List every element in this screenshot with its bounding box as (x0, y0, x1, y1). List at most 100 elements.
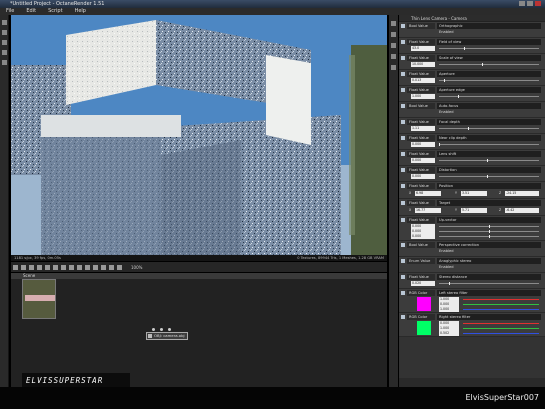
z-field[interactable]: -6.42 (505, 208, 539, 213)
tab-scene[interactable]: Scene (23, 273, 35, 278)
param-slider-track[interactable] (439, 64, 539, 65)
pin-icon[interactable] (1, 30, 7, 35)
menu-edit[interactable]: Edit (20, 8, 42, 15)
param-slider-knob[interactable] (487, 159, 488, 162)
gear-icon[interactable] (391, 65, 396, 70)
color-channel-slider[interactable] (463, 299, 539, 300)
node-pin[interactable] (152, 328, 155, 331)
param-type[interactable]: Enum Value (407, 258, 435, 264)
param-type[interactable]: Float Value (407, 167, 435, 173)
lock-icon[interactable] (85, 264, 90, 270)
param-slider-track[interactable] (439, 96, 539, 97)
settings-icon[interactable] (1, 60, 7, 65)
zoom-icon[interactable] (13, 264, 18, 270)
node-pin[interactable] (168, 328, 171, 331)
param-slider-track[interactable] (439, 160, 539, 161)
y-field[interactable]: 3.51 (461, 191, 487, 196)
enable-checkbox[interactable] (401, 88, 405, 92)
param-value-field[interactable]: 0.000 (411, 174, 435, 179)
param-slider-knob[interactable] (468, 127, 469, 130)
param-value-field[interactable]: 10.000 (411, 62, 435, 67)
white-balance-icon[interactable] (69, 264, 74, 270)
enable-checkbox[interactable] (401, 201, 405, 205)
pause-icon[interactable] (37, 264, 42, 270)
param-slider-knob[interactable] (489, 225, 490, 228)
enable-checkbox[interactable] (401, 120, 405, 124)
refresh-icon[interactable] (1, 40, 7, 45)
viewport-icon[interactable] (101, 264, 106, 270)
param-slider-knob[interactable] (464, 47, 465, 50)
stop-icon[interactable] (21, 264, 26, 270)
enable-checkbox[interactable] (401, 184, 405, 188)
param-type[interactable]: Float Value (407, 274, 435, 280)
enable-checkbox[interactable] (401, 291, 405, 295)
param-value-field[interactable]: 0.020 (411, 281, 435, 286)
zoom-level[interactable]: 100% (131, 265, 142, 270)
param-slider-track[interactable] (439, 48, 539, 49)
param-subvalue[interactable]: Enabled (439, 30, 541, 35)
param-type[interactable]: RGB Color (407, 314, 435, 320)
param-slider-track[interactable] (439, 176, 539, 177)
param-type[interactable]: Bool Value (407, 103, 435, 109)
minimize-button[interactable] (519, 1, 525, 6)
param-value-field[interactable]: 0.013 (411, 78, 435, 83)
param-slider-knob[interactable] (489, 235, 490, 238)
node-browser[interactable] (22, 279, 56, 319)
enable-checkbox[interactable] (401, 72, 405, 76)
param-value-field[interactable]: 43.0 (411, 46, 435, 51)
enable-checkbox[interactable] (401, 56, 405, 60)
check-icon[interactable] (391, 32, 396, 37)
enable-checkbox[interactable] (401, 315, 405, 319)
enable-checkbox[interactable] (401, 243, 405, 247)
z-field[interactable]: -24.15 (505, 191, 539, 196)
param-type[interactable]: Bool Value (407, 23, 435, 29)
color-channel-slider[interactable] (463, 304, 539, 305)
param-slider-track[interactable] (439, 283, 539, 284)
param-type[interactable]: Float Value (407, 151, 435, 157)
color-channel-slider[interactable] (463, 333, 539, 334)
camera-icon[interactable] (391, 43, 396, 48)
param-value-field[interactable]: 0.000 (411, 142, 435, 147)
color-channel-slider[interactable] (463, 328, 539, 329)
param-slider-knob[interactable] (449, 282, 450, 285)
enable-checkbox[interactable] (401, 259, 405, 263)
enable-checkbox[interactable] (401, 218, 405, 222)
param-slider-track[interactable] (439, 80, 539, 81)
start-icon[interactable] (45, 264, 50, 270)
material-picker-icon[interactable] (77, 264, 82, 270)
focus-picker-icon[interactable] (61, 264, 66, 270)
param-type[interactable]: Float Value (407, 71, 435, 77)
node-pin[interactable] (160, 328, 163, 331)
node-check-icon[interactable] (148, 334, 152, 338)
color-channel-slider[interactable] (463, 309, 539, 310)
menu-file[interactable]: File (0, 8, 20, 15)
color-swatch[interactable] (417, 321, 431, 335)
param-subvalue[interactable]: Enabled (439, 249, 541, 254)
param-type[interactable]: Float Value (407, 119, 435, 125)
nodegraph-editor[interactable] (11, 279, 387, 387)
param-type[interactable]: Float Value (407, 135, 435, 141)
close-button[interactable] (535, 1, 541, 6)
param-subvalue[interactable]: Enabled (439, 265, 541, 270)
param-subvalue[interactable]: Enabled (439, 110, 541, 115)
color-channel-field[interactable]: 0.502 (439, 331, 459, 336)
enable-checkbox[interactable] (401, 24, 405, 28)
expand-icon[interactable] (391, 21, 396, 26)
maximize-button[interactable] (527, 1, 533, 6)
param-slider-knob[interactable] (439, 143, 440, 146)
save-icon[interactable] (53, 264, 58, 270)
param-type[interactable]: Float Value (407, 217, 435, 223)
param-type[interactable]: Bool Value (407, 242, 435, 248)
list-icon[interactable] (391, 54, 396, 59)
region-icon[interactable] (93, 264, 98, 270)
color-swatch[interactable] (417, 297, 431, 311)
layers-icon[interactable] (117, 264, 122, 270)
y-field[interactable]: 5.71 (461, 208, 487, 213)
color-channel-field[interactable]: 1.000 (439, 307, 459, 312)
enable-checkbox[interactable] (401, 104, 405, 108)
camera-icon[interactable] (1, 50, 7, 55)
enable-checkbox[interactable] (401, 136, 405, 140)
x-field[interactable]: 16.77 (415, 208, 441, 213)
param-slider-track[interactable] (439, 128, 539, 129)
param-value-field[interactable]: 0.000 (411, 158, 435, 163)
